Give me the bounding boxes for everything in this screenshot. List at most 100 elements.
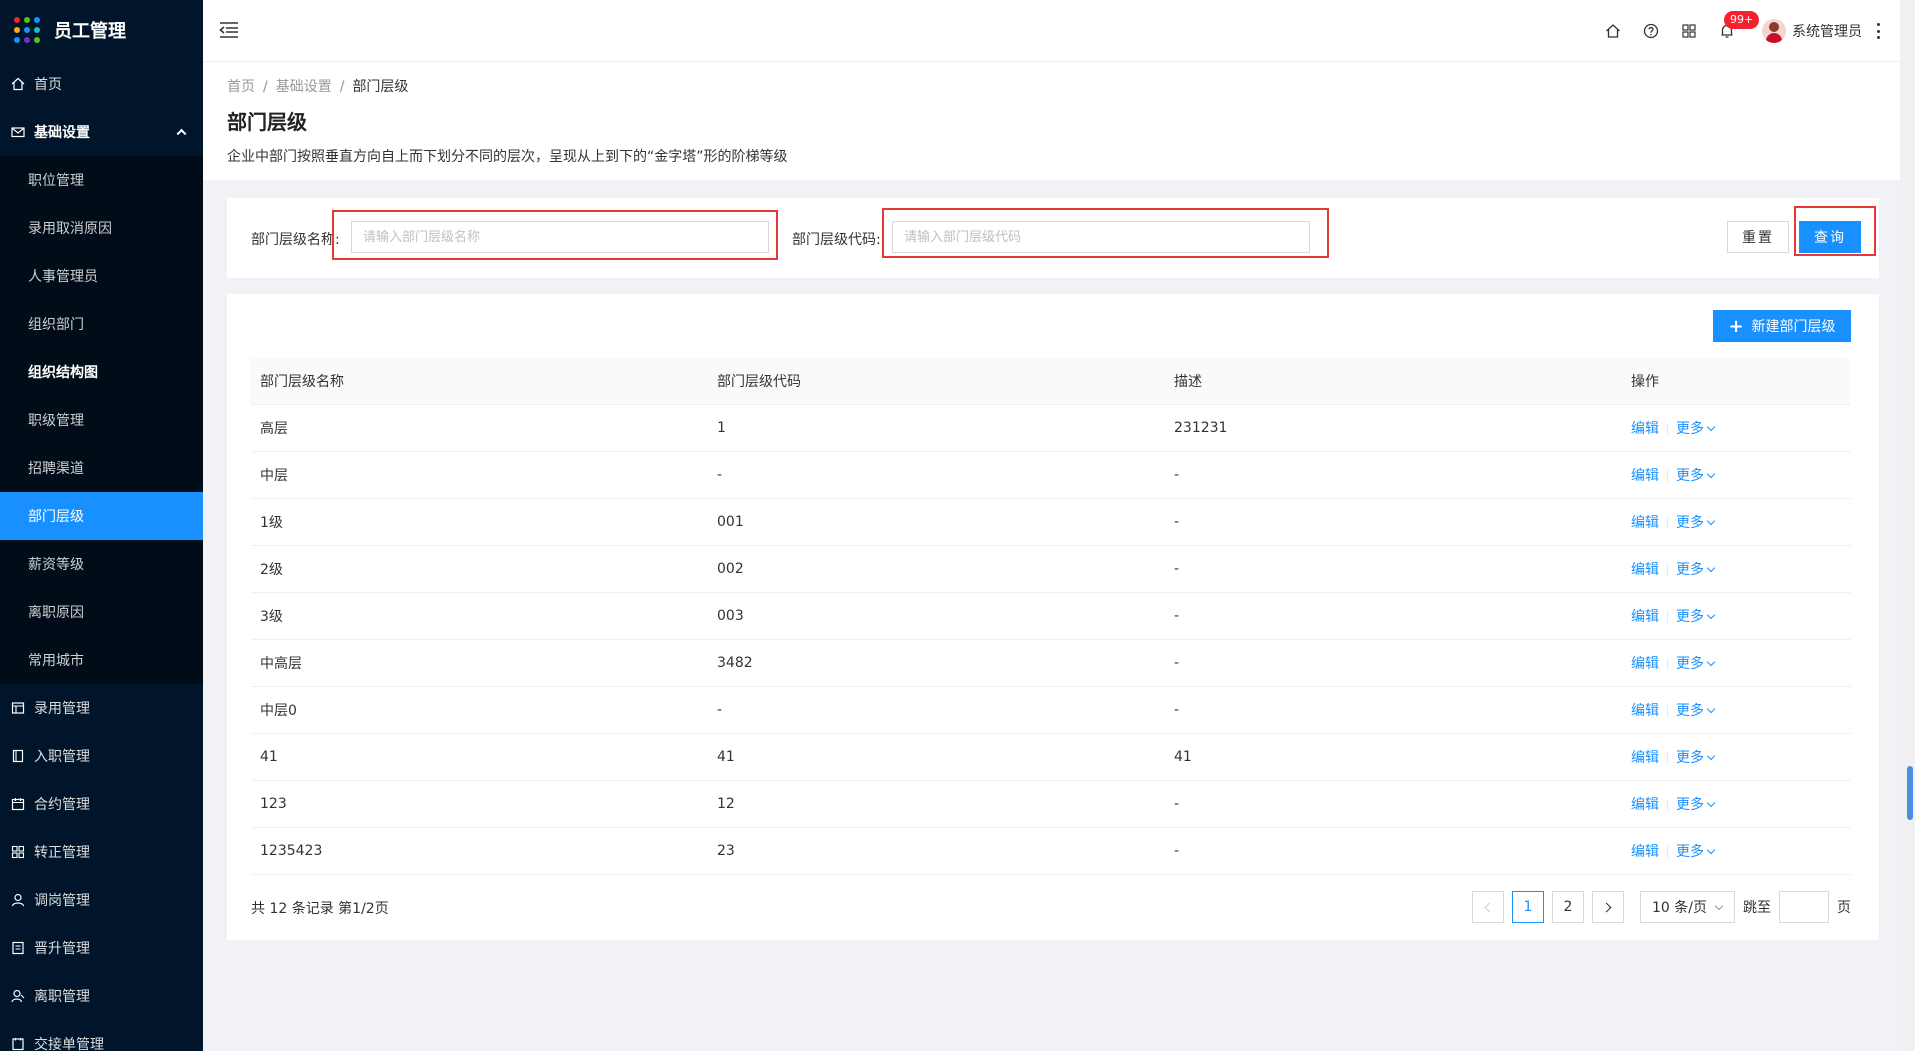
cell-actions: 编辑 更多 [1622, 592, 1851, 640]
more-link[interactable]: 更多 [1676, 514, 1716, 531]
sidebar-item-regularization[interactable]: 转正管理 [0, 828, 203, 876]
edit-link[interactable]: 编辑 [1631, 797, 1659, 813]
page-size-select[interactable]: 10 条/页 [1640, 891, 1735, 923]
form-icon [10, 1036, 26, 1051]
sidebar-item-common-city[interactable]: 常用城市 [0, 636, 203, 684]
logo-icon [14, 17, 40, 43]
vertical-scrollbar[interactable] [1900, 0, 1915, 1051]
sidebar-item-basic-settings[interactable]: 基础设置 [0, 108, 203, 156]
sidebar-item-position[interactable]: 职位管理 [0, 156, 203, 204]
table-row: 1级 001- 编辑 更多 [251, 498, 1851, 546]
new-dept-level-button[interactable]: + 新建部门层级 [1713, 310, 1851, 342]
sidebar-item-org-department[interactable]: 组织部门 [0, 300, 203, 348]
more-link[interactable]: 更多 [1676, 844, 1716, 860]
edit-link[interactable]: 编辑 [1631, 750, 1659, 766]
grid-icon [10, 844, 26, 860]
avatar[interactable] [1762, 19, 1786, 43]
sidebar-item-hiring[interactable]: 录用管理 [0, 684, 203, 732]
cell-actions: 编辑 更多 [1622, 639, 1851, 687]
page-description: 企业中部门按照垂直方向自上而下划分不同的层次，呈现从上到下的“金字塔”形的阶梯等… [227, 149, 788, 165]
home-icon [10, 76, 26, 92]
more-link[interactable]: 更多 [1676, 468, 1716, 484]
sidebar-item-hire-cancel-reason[interactable]: 录用取消原因 [0, 204, 203, 252]
page-1-button[interactable]: 1 [1512, 891, 1544, 923]
edit-link[interactable]: 编辑 [1631, 421, 1659, 437]
sidebar-item-handover[interactable]: 交接单管理 [0, 1020, 203, 1051]
sidebar-item-contract[interactable]: 合约管理 [0, 780, 203, 828]
table-row: 123 12- 编辑 更多 [251, 780, 1851, 828]
more-link-label: 更多 [1676, 796, 1704, 813]
edit-link[interactable]: 编辑 [1631, 562, 1659, 578]
edit-link[interactable]: 编辑 [1631, 656, 1659, 672]
jump-page-input[interactable] [1779, 891, 1829, 923]
sidebar-item-home[interactable]: 首页 [0, 60, 203, 108]
user-name[interactable]: 系统管理员 [1792, 21, 1862, 41]
more-link[interactable]: 更多 [1676, 796, 1716, 813]
prev-page-button[interactable] [1472, 891, 1504, 923]
sidebar-item-dept-level[interactable]: 部门层级 [0, 492, 203, 540]
table-row: 中高层 3482- 编辑 更多 [251, 639, 1851, 687]
cell-actions: 编辑 更多 [1622, 498, 1851, 546]
cell-description: - [1165, 498, 1622, 546]
scrollbar-thumb[interactable] [1907, 766, 1913, 820]
edit-link[interactable]: 编辑 [1631, 844, 1659, 860]
highlight-box-query [1794, 206, 1876, 256]
edit-link[interactable]: 编辑 [1631, 703, 1659, 719]
submenu-basic-settings: 职位管理 录用取消原因 人事管理员 组织部门 组织结构图 职级管理 招聘渠道 部… [0, 156, 203, 684]
action-divider [1667, 798, 1668, 811]
apps-icon[interactable] [1680, 22, 1698, 40]
breadcrumb-home[interactable]: 首页 [227, 79, 255, 95]
sidebar-item-recruit-channel[interactable]: 招聘渠道 [0, 444, 203, 492]
sidebar-item-promotion[interactable]: 晋升管理 [0, 924, 203, 972]
table-row: 中层 - - 编辑 更多 [251, 451, 1851, 499]
action-divider [1667, 704, 1668, 717]
more-vertical-icon[interactable] [1876, 23, 1880, 39]
sidebar-item-transfer[interactable]: 调岗管理 [0, 876, 203, 924]
calendar-icon [10, 796, 26, 812]
more-link-label: 更多 [1676, 749, 1704, 766]
cell-description: - [1165, 451, 1622, 499]
chevron-down-icon [1706, 704, 1716, 713]
sidebar-item-org-chart[interactable]: 组织结构图 [0, 348, 203, 396]
menu-fold-icon[interactable] [219, 21, 239, 39]
cell-code: 002 [708, 545, 1165, 593]
more-link[interactable]: 更多 [1676, 562, 1716, 578]
edit-link[interactable]: 编辑 [1631, 609, 1659, 625]
reset-button[interactable]: 重置 [1727, 221, 1789, 253]
bell-icon[interactable]: 99+ [1718, 11, 1760, 40]
cell-description: 41 [1165, 733, 1622, 781]
sidebar-item-onboarding[interactable]: 入职管理 [0, 732, 203, 780]
more-link[interactable]: 更多 [1676, 656, 1716, 672]
more-link[interactable]: 更多 [1676, 608, 1716, 625]
cell-name: 41 [251, 733, 708, 781]
more-link-label: 更多 [1676, 608, 1704, 625]
more-link[interactable]: 更多 [1676, 703, 1716, 719]
sidebar-item-label: 录用管理 [34, 701, 90, 717]
more-link-label: 更多 [1676, 514, 1704, 531]
total-records: 共 12 条记录 第1/2页 [251, 901, 389, 917]
sidebar-item-resignation[interactable]: 离职管理 [0, 972, 203, 1020]
edit-link[interactable]: 编辑 [1631, 515, 1659, 531]
breadcrumb-basic-settings[interactable]: 基础设置 [276, 79, 332, 95]
home-icon[interactable] [1604, 22, 1622, 40]
notification-badge: 99+ [1724, 11, 1760, 29]
cell-description: - [1165, 780, 1622, 828]
edit-link[interactable]: 编辑 [1631, 468, 1659, 484]
next-page-button[interactable] [1592, 891, 1624, 923]
sidebar-item-leave-reason[interactable]: 离职原因 [0, 588, 203, 636]
sidebar-item-label: 转正管理 [34, 845, 90, 861]
page-title: 部门层级 [227, 110, 307, 134]
chevron-right-icon [1601, 902, 1612, 912]
sidebar-item-label: 调岗管理 [34, 893, 90, 909]
name-field-label: 部门层级名称: [251, 232, 340, 248]
sidebar-item-job-grade[interactable]: 职级管理 [0, 396, 203, 444]
help-icon[interactable] [1642, 22, 1660, 40]
more-link[interactable]: 更多 [1676, 421, 1716, 437]
more-link[interactable]: 更多 [1676, 749, 1716, 766]
sidebar-item-hr-admin[interactable]: 人事管理员 [0, 252, 203, 300]
cell-actions: 编辑 更多 [1622, 404, 1851, 452]
sidebar-item-salary-grade[interactable]: 薪资等级 [0, 540, 203, 588]
page-2-button[interactable]: 2 [1552, 891, 1584, 923]
app-title: 员工管理 [54, 21, 126, 42]
cell-actions: 编辑 更多 [1622, 733, 1851, 781]
